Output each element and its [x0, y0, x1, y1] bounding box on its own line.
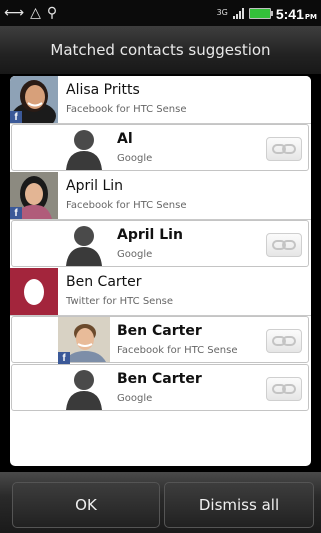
contact-row[interactable]: f Alisa Pritts Facebook for HTC Sense [10, 76, 311, 124]
matched-contact-row[interactable]: Ben Carter Google [11, 364, 309, 411]
clock: 5:41 [275, 5, 304, 22]
contact-source: Google [117, 393, 153, 404]
link-button[interactable] [266, 329, 302, 353]
battery-icon [248, 7, 273, 19]
contact-source: Facebook for HTC Sense [117, 345, 238, 356]
signal-icon [232, 7, 244, 19]
contact-source: Google [117, 153, 153, 164]
person-silhouette-icon [58, 221, 110, 266]
contact-name: Al [117, 131, 133, 147]
button-bar: OK Dismiss all [0, 472, 321, 533]
contact-source: Facebook for HTC Sense [66, 104, 187, 115]
link-button[interactable] [266, 377, 302, 401]
chain-link-icon [272, 384, 296, 394]
default-contact-photo [58, 365, 110, 412]
contact-name: April Lin [117, 227, 183, 243]
contact-name: Ben Carter [117, 323, 202, 339]
contact-name: Ben Carter [117, 371, 202, 387]
clock-ampm: PM [304, 12, 317, 21]
ok-button[interactable]: OK [12, 482, 160, 528]
facebook-badge-icon: f [10, 207, 22, 219]
warning-triangle-icon: △ [30, 5, 41, 21]
contacts-list[interactable]: f Alisa Pritts Facebook for HTC Sense Al… [10, 76, 311, 466]
link-button[interactable] [266, 137, 302, 161]
contact-photo: f [10, 76, 58, 123]
usb-connection-icon: ⟷ [4, 5, 25, 21]
contact-source: Facebook for HTC Sense [66, 200, 187, 211]
facebook-badge-icon: f [58, 352, 70, 364]
matched-contact-row[interactable]: f Ben Carter Facebook for HTC Sense [11, 316, 309, 364]
contact-row[interactable]: f April Lin Facebook for HTC Sense [10, 172, 311, 220]
contact-name: Alisa Pritts [66, 82, 140, 98]
usb-debug-icon: ⚲ [46, 5, 58, 21]
contact-source: Google [117, 249, 153, 260]
dismiss-all-button[interactable]: Dismiss all [164, 482, 314, 528]
facebook-badge-icon: f [10, 111, 22, 123]
default-contact-photo [58, 125, 110, 172]
contact-row[interactable]: Ben Carter Twitter for HTC Sense [10, 268, 311, 316]
contact-name: Ben Carter [66, 274, 142, 290]
contact-photo: f [58, 317, 110, 364]
dialog-title: Matched contacts suggestion [0, 26, 321, 75]
twitter-egg-avatar-icon [10, 268, 58, 315]
chain-link-icon [272, 144, 296, 154]
status-bar: ⟷ △ ⚲ 3G 5:41PM [0, 0, 321, 26]
default-contact-photo [58, 221, 110, 268]
network-type-label: 3G [216, 8, 228, 17]
contact-source: Twitter for HTC Sense [66, 296, 174, 307]
contact-name: April Lin [66, 178, 124, 194]
chain-link-icon [272, 336, 296, 346]
contact-photo [10, 268, 58, 315]
person-silhouette-icon [58, 125, 110, 170]
matched-contact-row[interactable]: Al Google [11, 124, 309, 171]
chain-link-icon [272, 240, 296, 250]
matched-contact-row[interactable]: April Lin Google [11, 220, 309, 267]
link-button[interactable] [266, 233, 302, 257]
person-silhouette-icon [58, 365, 110, 410]
contact-photo: f [10, 172, 58, 219]
